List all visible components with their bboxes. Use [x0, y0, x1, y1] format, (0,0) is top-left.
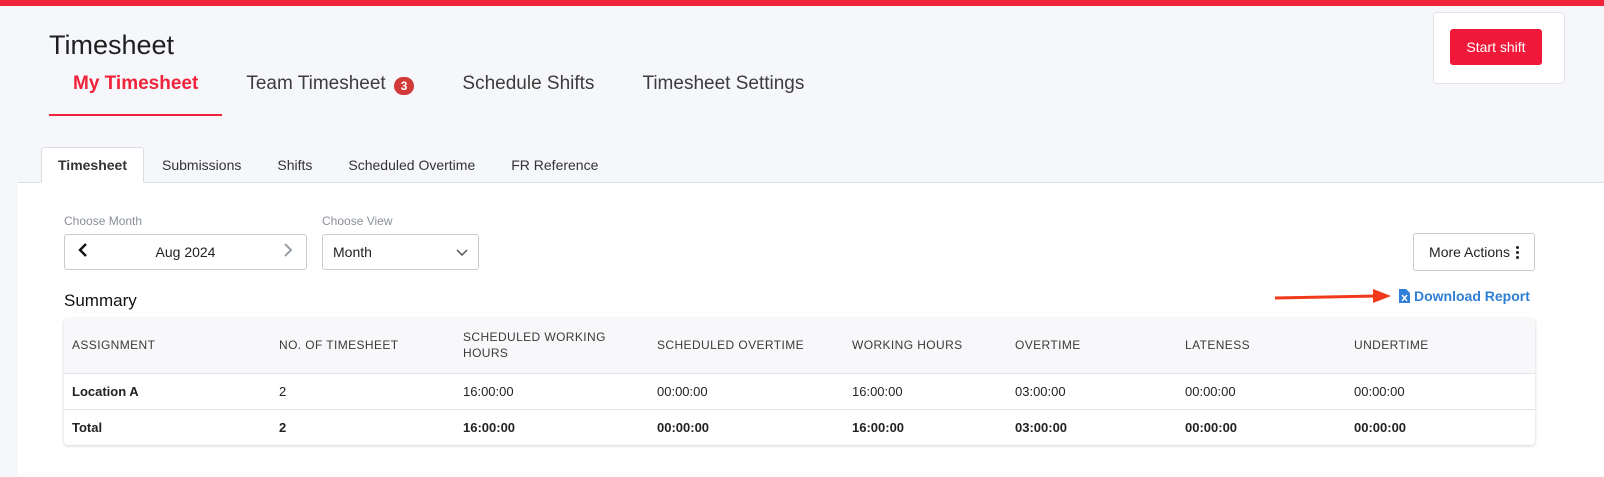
- summary-table: ASSIGNMENT NO. OF TIMESHEET SCHEDULED WO…: [64, 318, 1535, 445]
- tab-label: Timesheet Settings: [642, 73, 805, 94]
- table-cell: 00:00:00: [1346, 373, 1535, 410]
- column-header: SCHEDULED WORKING HOURS: [455, 318, 649, 374]
- column-header: LATENESS: [1177, 318, 1346, 374]
- main-tabs: My Timesheet Team Timesheet 3 Schedule S…: [49, 66, 828, 116]
- summary-title: Summary: [64, 291, 137, 310]
- tab-label: Schedule Shifts: [462, 73, 595, 94]
- month-value: Aug 2024: [155, 244, 216, 260]
- table-cell: 16:00:00: [463, 419, 516, 435]
- table-cell: 00:00:00: [1185, 419, 1238, 435]
- excel-file-icon: [1399, 289, 1410, 303]
- column-header: SCHEDULED OVERTIME: [649, 318, 844, 374]
- view-select[interactable]: Month: [322, 234, 479, 270]
- table-cell: 00:00:00: [1177, 373, 1346, 410]
- table-cell: Total: [72, 419, 103, 435]
- column-header: ASSIGNMENT: [64, 318, 271, 374]
- tab-label: Team Timesheet: [246, 73, 386, 94]
- month-label: Choose Month: [64, 214, 143, 228]
- top-accent-bar: [0, 0, 1604, 6]
- table-cell: 00:00:00: [1354, 419, 1407, 435]
- subtab-fr-reference[interactable]: FR Reference: [493, 147, 616, 183]
- month-picker: Aug 2024: [64, 234, 307, 270]
- view-value: Month: [333, 244, 372, 260]
- table-row: Location A 2 16:00:00 00:00:00 16:00:00 …: [64, 373, 1535, 410]
- column-header: NO. OF TIMESHEET: [271, 318, 455, 374]
- more-actions-label: More Actions: [1429, 244, 1510, 260]
- start-shift-button[interactable]: Start shift: [1450, 29, 1542, 65]
- table-cell: Location A: [64, 373, 271, 410]
- view-label: Choose View: [322, 214, 393, 228]
- start-shift-panel: Start shift: [1433, 12, 1565, 84]
- column-header: OVERTIME: [1007, 318, 1177, 374]
- tab-team-timesheet[interactable]: Team Timesheet 3: [222, 66, 438, 116]
- table-cell: 2: [279, 419, 287, 435]
- table-total-row: Total 2 16:00:00 00:00:00 16:00:00 03:00…: [64, 409, 1535, 445]
- download-report-link[interactable]: Download Report: [1399, 288, 1530, 304]
- tab-label: My Timesheet: [73, 73, 199, 94]
- table-cell: 16:00:00: [455, 373, 649, 410]
- table-cell: 16:00:00: [852, 419, 905, 435]
- column-header: UNDERTIME: [1346, 318, 1535, 374]
- subtab-submissions[interactable]: Submissions: [144, 147, 259, 183]
- chevron-down-icon: [456, 244, 468, 260]
- table-cell: 03:00:00: [1015, 419, 1068, 435]
- table-cell: 03:00:00: [1007, 373, 1177, 410]
- table-cell: 2: [271, 373, 455, 410]
- column-header: WORKING HOURS: [844, 318, 1007, 374]
- tab-schedule-shifts[interactable]: Schedule Shifts: [438, 66, 618, 116]
- tab-timesheet-settings[interactable]: Timesheet Settings: [618, 66, 828, 116]
- table-header-row: ASSIGNMENT NO. OF TIMESHEET SCHEDULED WO…: [64, 318, 1535, 374]
- chevron-right-icon[interactable]: [282, 243, 294, 261]
- chevron-left-icon[interactable]: [77, 243, 89, 261]
- page-title: Timesheet: [49, 30, 175, 60]
- subtab-shifts[interactable]: Shifts: [259, 147, 330, 183]
- tab-my-timesheet[interactable]: My Timesheet: [49, 66, 223, 116]
- download-label: Download Report: [1414, 288, 1530, 304]
- subtab-timesheet[interactable]: Timesheet: [41, 147, 144, 183]
- subtab-scheduled-overtime[interactable]: Scheduled Overtime: [330, 147, 493, 183]
- kebab-icon: [1515, 245, 1519, 259]
- table-cell: 00:00:00: [649, 373, 844, 410]
- more-actions-button[interactable]: More Actions: [1413, 233, 1535, 271]
- sub-tabs: Timesheet Submissions Shifts Scheduled O…: [41, 147, 616, 183]
- count-badge: 3: [393, 77, 415, 95]
- annotation-arrow-icon: [1274, 289, 1391, 303]
- table-cell: 16:00:00: [844, 373, 1007, 410]
- table-cell: 00:00:00: [657, 419, 710, 435]
